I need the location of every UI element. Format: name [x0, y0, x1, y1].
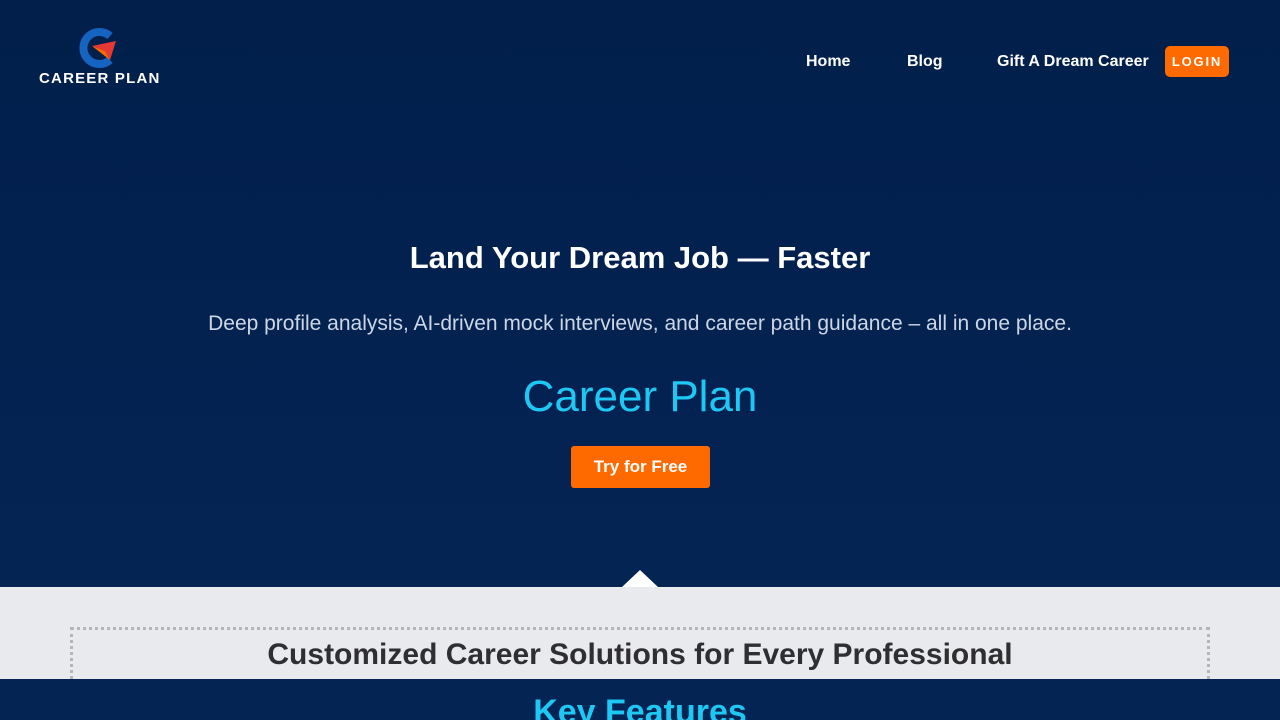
- nav-blog-link[interactable]: Blog: [907, 46, 943, 77]
- hero-title: Land Your Dream Job — Faster: [409, 240, 871, 275]
- hero-section: CAREER PLAN Home Blog Gift A Dream Caree…: [0, 0, 1280, 587]
- hero-brand-name: Career Plan: [522, 372, 758, 421]
- hero-subtitle: Deep profile analysis, AI-driven mock in…: [208, 312, 1072, 335]
- solutions-title-box: Customized Career Solutions for Every Pr…: [70, 627, 1210, 679]
- solutions-section: Customized Career Solutions for Every Pr…: [0, 587, 1280, 679]
- solutions-title: Customized Career Solutions for Every Pr…: [267, 638, 1013, 671]
- nav-gift-dream-career-link[interactable]: Gift A Dream Career: [997, 46, 1149, 77]
- key-features-title: Key Features: [533, 693, 747, 720]
- login-button[interactable]: LOGIN: [1165, 46, 1229, 77]
- nav-home-link[interactable]: Home: [806, 46, 850, 77]
- key-features-section: Key Features: [0, 679, 1280, 720]
- section-notch-indicator: [622, 570, 658, 587]
- try-for-free-button[interactable]: Try for Free: [571, 446, 710, 488]
- logo-wordmark: CAREER PLAN: [39, 70, 161, 87]
- career-plan-logo-icon: [79, 28, 116, 68]
- site-logo[interactable]: CAREER PLAN: [38, 27, 160, 89]
